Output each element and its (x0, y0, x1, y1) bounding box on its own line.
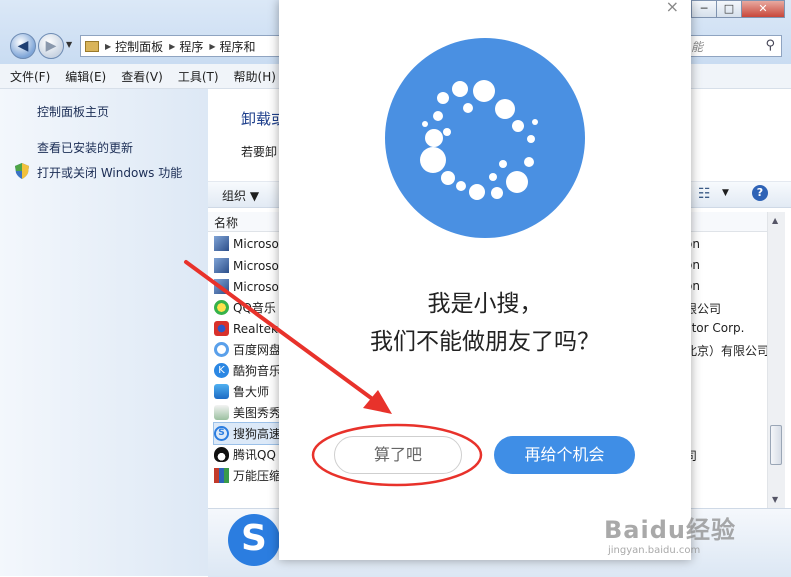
program-row[interactable]: QQ音乐 (214, 297, 284, 318)
address-bar[interactable]: ▶ 控制面板 ▶ 程序 ▶ 程序和 (80, 35, 280, 57)
scroll-up-icon[interactable]: ▲ (772, 216, 778, 225)
program-row[interactable]: K 酷狗音乐 (214, 360, 284, 381)
organize-button[interactable]: 组织 ▼ (222, 187, 259, 204)
publisher-cell: 北京）有限公司 (685, 344, 770, 358)
menu-help[interactable]: 帮助(H) (229, 68, 281, 85)
sogou-mascot-icon (385, 38, 585, 238)
program-name: 鲁大师 (233, 385, 270, 399)
program-name: 美图秀秀 (233, 406, 282, 420)
watermark: Baidu经验 jingyan.baidu.com (604, 510, 736, 556)
scrollbar-thumb[interactable] (770, 425, 782, 465)
chevron-down-icon[interactable]: ▼ (722, 188, 729, 198)
program-row-selected[interactable]: S 搜狗高速 (213, 422, 285, 445)
page-subtitle: 若要卸 (241, 145, 278, 159)
shield-icon (15, 163, 29, 179)
scroll-down-icon[interactable]: ▼ (772, 495, 778, 504)
program-name: 腾讯QQ (233, 448, 276, 462)
program-row[interactable]: Microso (214, 255, 284, 276)
search-placeholder: 能 (691, 39, 704, 54)
watermark-logo-text: Baidu经验 (604, 516, 736, 544)
search-input[interactable]: 能 ⚲ (690, 35, 782, 57)
program-row[interactable]: 美图秀秀 (214, 402, 284, 423)
menu-edit[interactable]: 编辑(E) (60, 68, 111, 85)
installer-icon (214, 279, 229, 294)
sogou-logo-icon: S (228, 514, 280, 566)
sogou-browser-icon: S (214, 426, 229, 441)
program-name: 搜狗高速 (233, 427, 282, 441)
ludashi-icon (214, 384, 229, 399)
baidu-netdisk-icon (214, 342, 229, 357)
program-row[interactable]: 万能压缩 (214, 465, 284, 486)
breadcrumb-control-panel[interactable]: 控制面板 (115, 38, 163, 55)
meitu-icon (214, 405, 229, 420)
installer-icon (214, 258, 229, 273)
uninstall-dialog: × 我是小搜， 我们不能做朋友了吗？ 算了吧 再给个机会 (279, 0, 691, 560)
breadcrumb-programs-features[interactable]: 程序和 (220, 38, 256, 55)
dialog-message-line2: 我们不能做朋友了吗？ (370, 329, 600, 355)
left-navigation-pane: 控制面板主页 查看已安装的更新 打开或关闭 Windows 功能 (0, 89, 208, 576)
archive-icon (214, 468, 229, 483)
program-name: Microso (233, 258, 279, 273)
program-row[interactable]: 鲁大师 (214, 381, 284, 402)
give-up-button[interactable]: 算了吧 (334, 436, 462, 474)
breadcrumb-programs[interactable]: 程序 (179, 38, 203, 55)
program-row[interactable]: 腾讯QQ (214, 444, 284, 465)
kugou-icon: K (214, 363, 229, 378)
qq-penguin-icon (214, 447, 229, 462)
give-another-chance-button[interactable]: 再给个机会 (494, 436, 635, 474)
menu-view[interactable]: 查看(V) (116, 68, 168, 85)
change-view-icon[interactable]: ☷ (698, 186, 711, 202)
menu-file[interactable]: 文件(F) (5, 68, 55, 85)
program-name: 百度网盘 (233, 343, 282, 357)
breadcrumb-arrow-icon: ▶ (209, 41, 216, 51)
organize-label: 组织 (222, 189, 247, 203)
program-name: Microso (233, 236, 279, 251)
publisher-cell: ctor Corp. (685, 321, 745, 335)
back-button[interactable]: ◀ (10, 33, 36, 59)
forward-button[interactable]: ▶ (38, 33, 64, 59)
program-row[interactable]: 百度网盘 (214, 339, 284, 360)
vertical-scrollbar[interactable]: ▲ ▼ (767, 212, 785, 508)
breadcrumb-arrow-icon: ▶ (169, 41, 176, 51)
program-row[interactable]: Microso (214, 276, 284, 297)
program-row[interactable]: Microso (214, 233, 284, 254)
recent-pages-dropdown[interactable]: ▼ (66, 40, 72, 49)
dialog-message-line1: 我是小搜， (427, 291, 543, 317)
realtek-icon (214, 321, 229, 336)
close-icon[interactable]: × (666, 0, 679, 15)
control-panel-home-link[interactable]: 控制面板主页 (37, 103, 109, 120)
breadcrumb-arrow-icon: ▶ (105, 41, 112, 51)
menu-tools[interactable]: 工具(T) (173, 68, 224, 85)
program-name: 万能压缩 (233, 469, 282, 483)
program-row[interactable]: Realtek (214, 318, 284, 339)
window-controls: ─ □ ✕ (691, 0, 785, 18)
search-icon[interactable]: ⚲ (765, 38, 775, 53)
program-name: 酷狗音乐 (233, 364, 282, 378)
program-name: Realtek (233, 321, 278, 336)
minimize-button[interactable]: ─ (691, 0, 717, 18)
program-name: QQ音乐 (233, 301, 276, 315)
watermark-url: jingyan.baidu.com (608, 545, 701, 556)
windows-features-link[interactable]: 打开或关闭 Windows 功能 (37, 164, 182, 181)
folder-icon (85, 40, 99, 52)
qq-music-icon (214, 300, 229, 315)
help-icon[interactable]: ? (752, 185, 768, 201)
column-name-label: 名称 (214, 216, 239, 230)
program-name: Microso (233, 279, 279, 294)
view-installed-updates-link[interactable]: 查看已安装的更新 (37, 139, 133, 156)
close-window-button[interactable]: ✕ (741, 0, 785, 18)
maximize-button[interactable]: □ (716, 0, 742, 18)
installer-icon (214, 236, 229, 251)
